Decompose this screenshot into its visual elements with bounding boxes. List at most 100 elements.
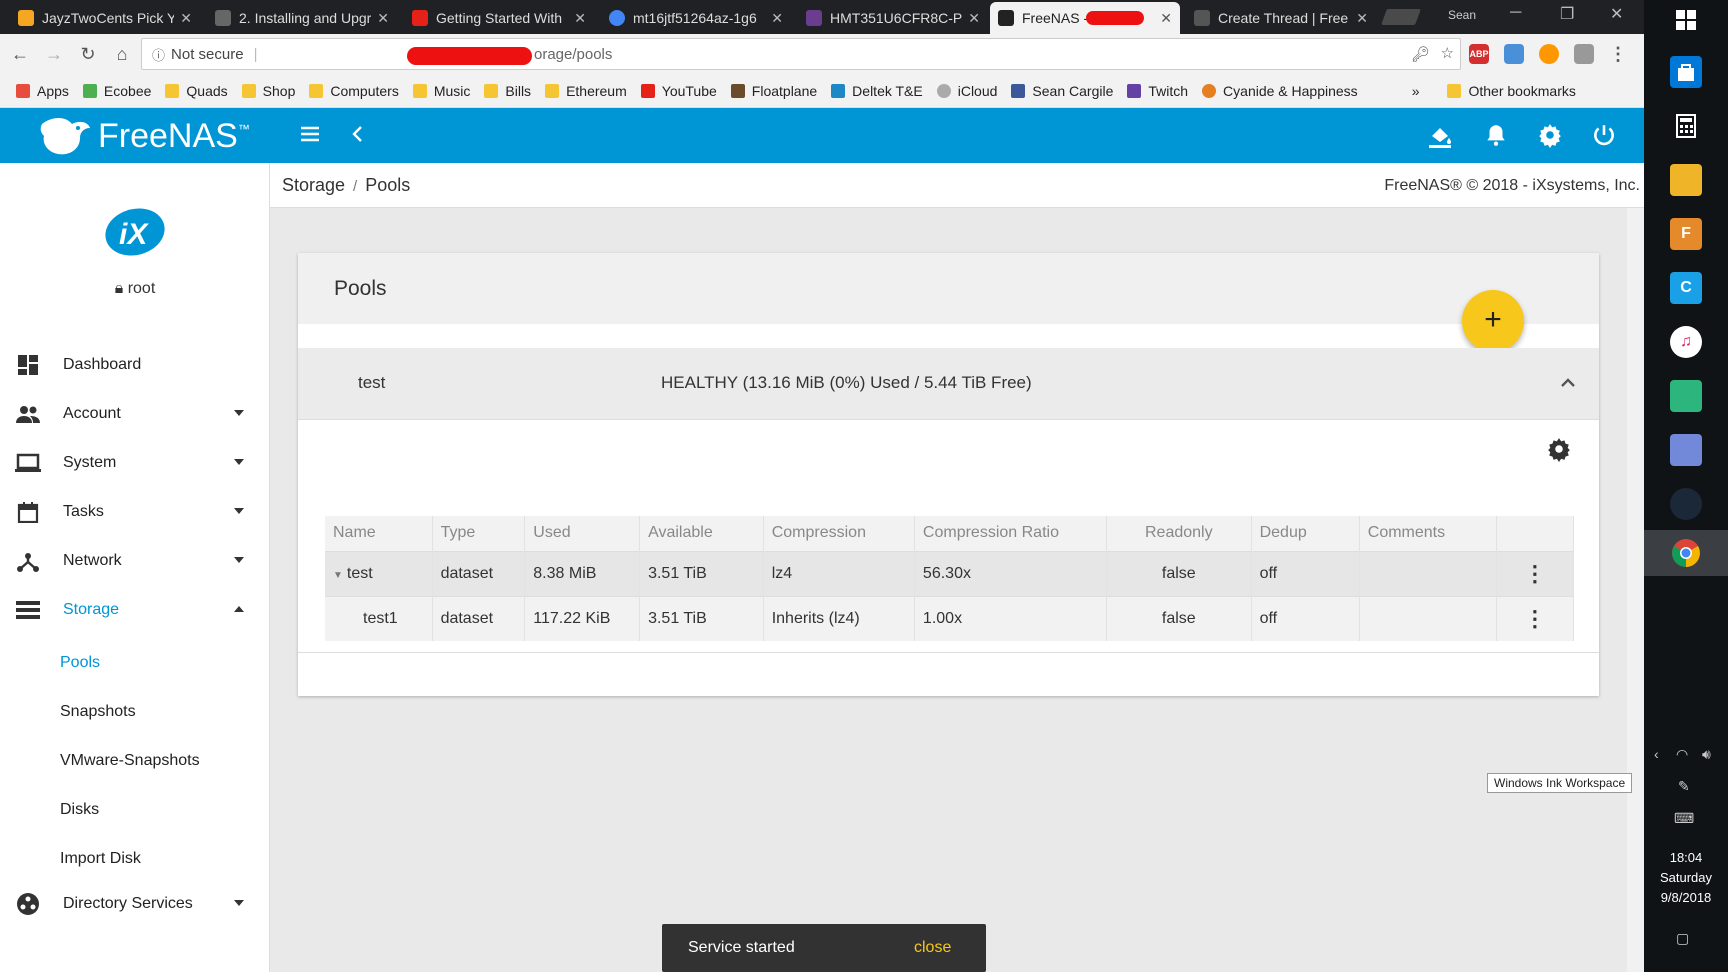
touch-keyboard-icon[interactable]: ⌨ — [1674, 810, 1694, 827]
subnav-vmware-snapshots[interactable]: VMware-Snapshots — [60, 752, 200, 770]
cloud-extension-icon[interactable] — [1504, 44, 1524, 64]
bookmark-youtube[interactable]: YouTube — [640, 83, 717, 99]
home-icon[interactable]: ⌂ — [108, 44, 136, 65]
column-header[interactable]: Name — [325, 516, 433, 551]
column-header[interactable]: Readonly — [1106, 516, 1252, 551]
timer-extension-icon[interactable] — [1539, 44, 1559, 64]
adblock-plus-icon[interactable]: ABP — [1469, 44, 1489, 64]
column-header[interactable]: Compression Ratio — [914, 516, 1107, 551]
close-tab-icon[interactable]: ✕ — [1356, 10, 1368, 27]
game-app-icon[interactable] — [1670, 380, 1702, 412]
bookmark-floatplane[interactable]: Floatplane — [730, 83, 817, 99]
chrome-menu-icon[interactable]: ⋮ — [1608, 44, 1628, 64]
bookmark-apps[interactable]: Apps — [16, 83, 69, 99]
ccleaner-icon[interactable]: C — [1670, 272, 1702, 304]
subnav-snapshots[interactable]: Snapshots — [60, 703, 136, 721]
bookmark-folder-computers[interactable]: Computers — [309, 83, 399, 99]
file-explorer-icon[interactable] — [1670, 164, 1702, 196]
minimize-icon[interactable]: ─ — [1510, 4, 1521, 22]
browser-tab[interactable]: Create Thread | Free ✕ — [1186, 2, 1376, 34]
volume-icon[interactable]: 🔊︎ — [1702, 746, 1711, 763]
nav-account[interactable]: Account — [0, 390, 270, 438]
column-header[interactable]: Used — [524, 516, 641, 551]
power-icon[interactable] — [1590, 122, 1618, 150]
collapse-sidebar-icon[interactable] — [344, 122, 372, 150]
reload-icon[interactable]: ↻ — [74, 44, 102, 65]
nav-storage[interactable]: Storage — [0, 586, 270, 634]
bookmark-star-icon[interactable]: ☆ — [1441, 44, 1454, 62]
browser-tab[interactable]: JayzTwoCents Pick Yo ✕ — [10, 2, 200, 34]
close-tab-icon[interactable]: ✕ — [771, 10, 783, 27]
bookmark-folder-bills[interactable]: Bills — [484, 83, 531, 99]
back-icon[interactable]: ← — [6, 44, 34, 65]
bookmark-folder-music[interactable]: Music — [412, 83, 470, 99]
nav-tasks[interactable]: Tasks — [0, 488, 270, 536]
close-tab-icon[interactable]: ✕ — [377, 10, 389, 27]
nav-directory-services[interactable]: Directory Services — [0, 880, 270, 928]
bookmark-folder-quads[interactable]: Quads — [165, 83, 228, 99]
show-hidden-icons-chevron-icon[interactable]: ‹ — [1654, 746, 1659, 762]
freenas-logo[interactable]: FreeNAS ™ — [38, 114, 258, 158]
column-header[interactable]: Compression — [763, 516, 915, 551]
name-cell[interactable]: ▼ test — [325, 550, 433, 596]
breadcrumb-storage[interactable]: Storage — [282, 175, 345, 195]
close-tab-icon[interactable]: ✕ — [968, 10, 980, 27]
pool-settings-gear-icon[interactable] — [1546, 436, 1572, 462]
close-tab-icon[interactable]: ✕ — [1160, 10, 1172, 27]
expand-triangle-icon[interactable]: ▼ — [333, 570, 343, 581]
itunes-icon[interactable]: ♫ — [1670, 326, 1702, 358]
browser-tab[interactable]: mt16jtf51264az-1g6 ✕ — [601, 2, 791, 34]
store-icon[interactable] — [1670, 56, 1702, 88]
nav-dashboard[interactable]: Dashboard — [0, 341, 270, 389]
info-icon[interactable]: ⓘ — [152, 45, 165, 64]
column-header[interactable]: Available — [639, 516, 764, 551]
profile-name[interactable]: Sean — [1448, 8, 1476, 22]
subnav-pools[interactable]: Pools — [60, 654, 100, 672]
extension-icon[interactable] — [1574, 44, 1594, 64]
menu-icon[interactable] — [296, 122, 324, 150]
add-pool-button[interactable]: + — [1462, 290, 1524, 352]
taskbar-chrome-active[interactable] — [1644, 530, 1728, 576]
table-row[interactable]: test1 dataset 117.22 KiB 3.51 TiB Inheri… — [325, 595, 1575, 641]
close-tab-icon[interactable]: ✕ — [180, 10, 192, 27]
bookmark-ecobee[interactable]: Ecobee — [82, 83, 151, 99]
close-window-icon[interactable]: ✕ — [1610, 4, 1623, 24]
address-bar[interactable]: ⓘ Not secure | orage/pools 🔑︎ ☆ — [141, 38, 1461, 70]
calculator-icon[interactable] — [1670, 110, 1702, 142]
bookmark-cyanide[interactable]: Cyanide & Happiness — [1202, 83, 1358, 99]
bookmark-twitch[interactable]: Twitch — [1127, 83, 1188, 99]
subnav-disks[interactable]: Disks — [60, 801, 99, 819]
close-tab-icon[interactable]: ✕ — [574, 10, 586, 27]
browser-tab[interactable]: 2. Installing and Upgr ✕ — [207, 2, 397, 34]
action-center-icon[interactable]: ▢ — [1676, 930, 1689, 947]
settings-gear-icon[interactable] — [1536, 122, 1564, 150]
more-bookmarks-button[interactable]: » — [1412, 83, 1420, 99]
bookmark-icloud[interactable]: iCloud — [936, 83, 997, 99]
app-f-icon[interactable]: F — [1670, 218, 1702, 250]
pool-row[interactable]: test HEALTHY (13.16 MiB (0%) Used / 5.44… — [298, 348, 1599, 420]
browser-tab[interactable]: Getting Started With ✕ — [404, 2, 594, 34]
column-header[interactable]: Type — [432, 516, 526, 551]
bookmark-folder-ethereum[interactable]: Ethereum — [545, 83, 627, 99]
row-actions-more-icon[interactable]: ⋮ — [1496, 595, 1575, 641]
notifications-bell-icon[interactable] — [1482, 122, 1510, 150]
taskbar-clock[interactable]: 18:04 Saturday 9/8/2018 — [1644, 848, 1728, 908]
windows-ink-pen-icon[interactable]: ✎ — [1678, 778, 1690, 795]
wifi-icon[interactable]: ◠ — [1676, 746, 1688, 763]
page-scrollbar[interactable] — [1627, 208, 1644, 972]
nav-system[interactable]: System — [0, 439, 270, 487]
maximize-icon[interactable]: ❐ — [1560, 4, 1574, 24]
discord-icon[interactable] — [1670, 434, 1702, 466]
browser-tab[interactable]: HMT351U6CFR8C-PB ✕ — [798, 2, 988, 34]
browser-tab-active[interactable]: FreeNAS - ✕ — [990, 2, 1180, 34]
forward-icon[interactable]: → — [40, 44, 68, 65]
bookmark-folder-shop[interactable]: Shop — [241, 83, 295, 99]
subnav-import-disk[interactable]: Import Disk — [60, 850, 141, 868]
column-header[interactable]: Dedup — [1251, 516, 1360, 551]
windows-start-icon[interactable] — [1670, 4, 1702, 36]
name-cell[interactable]: test1 — [325, 595, 433, 641]
theme-paint-bucket-icon[interactable] — [1426, 122, 1454, 150]
snackbar-close-button[interactable]: close — [914, 939, 951, 957]
new-tab-button[interactable] — [1381, 9, 1421, 25]
key-icon[interactable]: 🔑︎ — [1411, 45, 1430, 63]
